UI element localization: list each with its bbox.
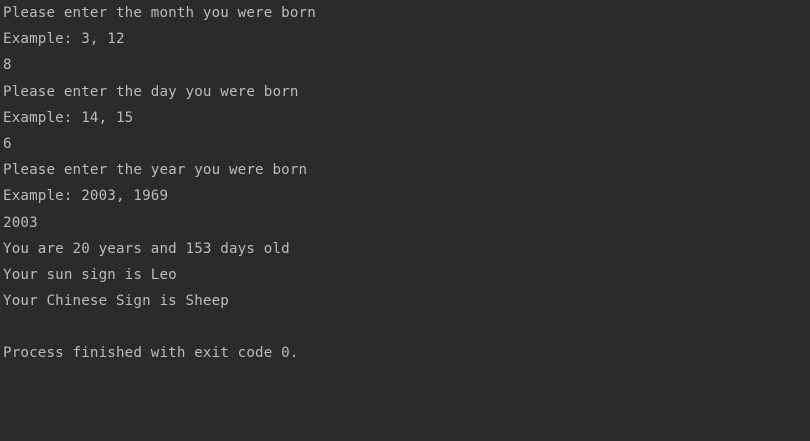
age-result-line: You are 20 years and 153 days old bbox=[3, 240, 290, 257]
process-exit-message: Process finished with exit code 0. bbox=[3, 345, 299, 362]
example-day-line: Example: 14, 15 bbox=[3, 109, 134, 126]
chinese-sign-result-line: Your Chinese Sign is Sheep bbox=[3, 293, 229, 310]
example-month-line: Example: 3, 12 bbox=[3, 31, 125, 48]
example-year-line: Example: 2003, 1969 bbox=[3, 188, 169, 205]
user-input-day: 6 bbox=[3, 135, 12, 152]
user-input-year: 2003 bbox=[3, 214, 38, 231]
prompt-month-line: Please enter the month you were born bbox=[3, 5, 316, 21]
prompt-year-line: Please enter the year you were born bbox=[3, 162, 308, 179]
prompt-day-line: Please enter the day you were born bbox=[3, 83, 299, 100]
user-input-month: 8 bbox=[3, 57, 12, 74]
sun-sign-result-line: Your sun sign is Leo bbox=[3, 266, 177, 283]
run-console-output[interactable]: Please enter the month you were born Exa… bbox=[0, 0, 810, 441]
